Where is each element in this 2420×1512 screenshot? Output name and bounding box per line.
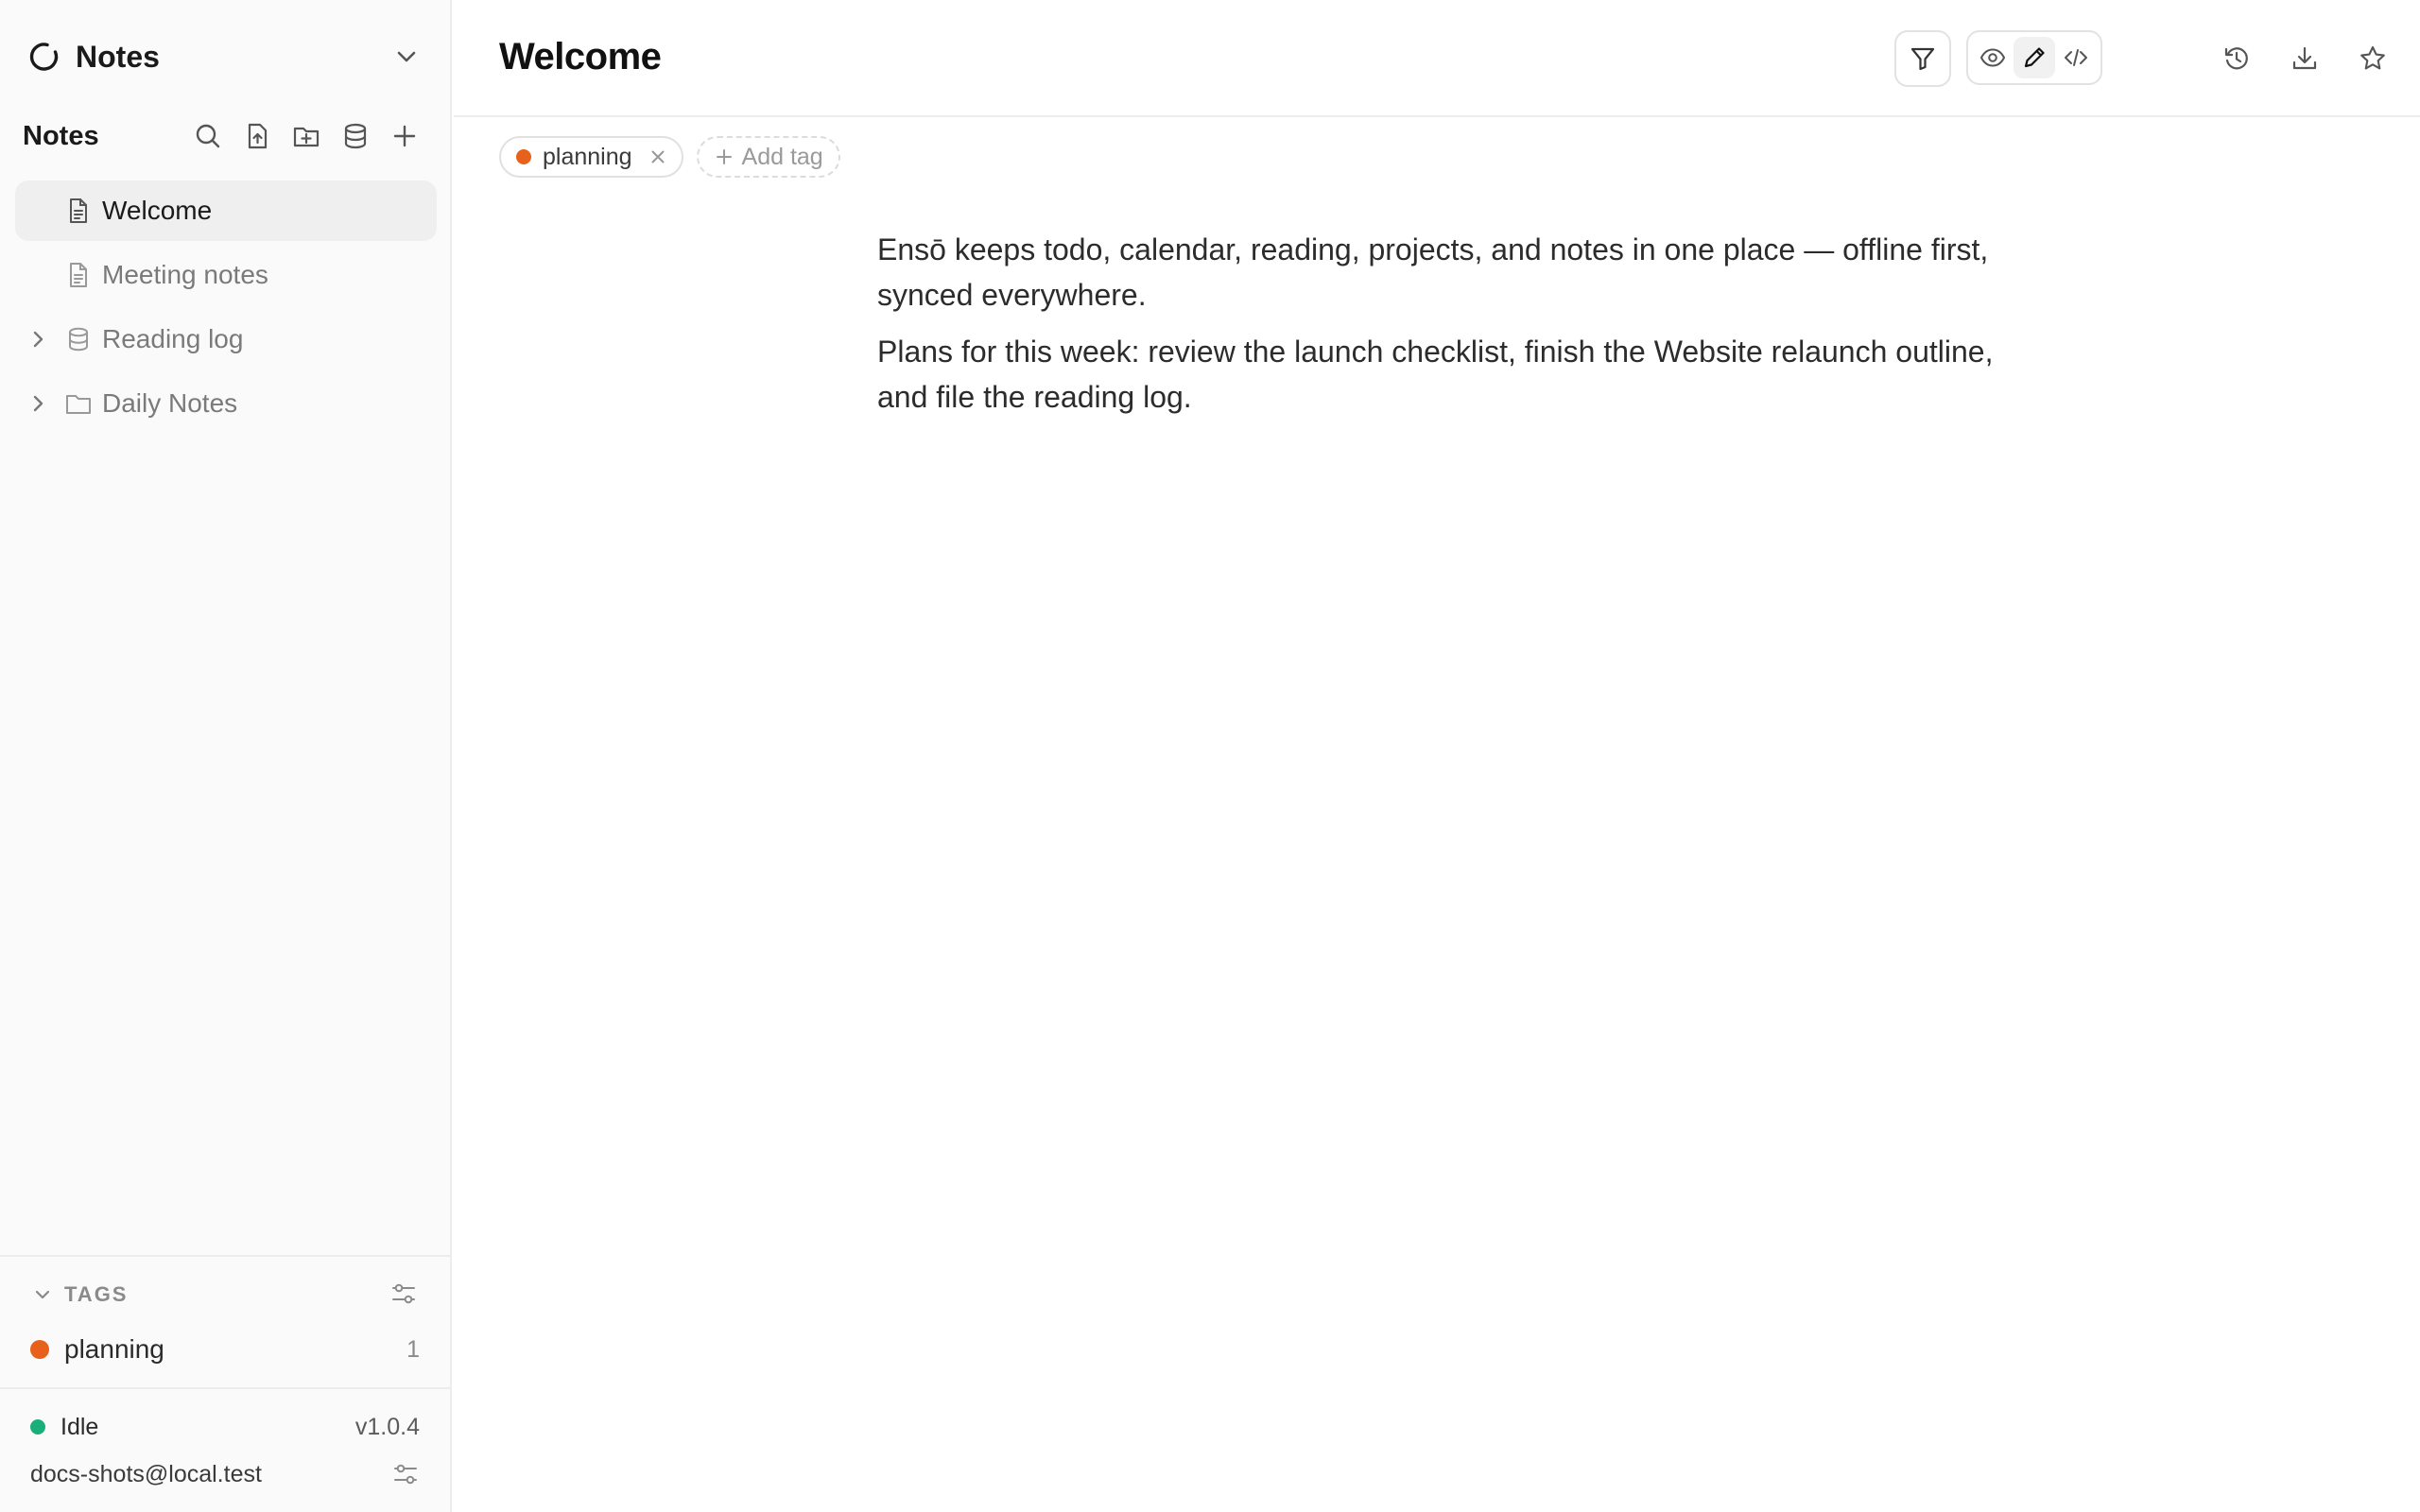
star-icon bbox=[2360, 45, 2385, 70]
notes-header: Notes bbox=[23, 115, 429, 157]
tag-chip-planning[interactable]: planning bbox=[499, 136, 683, 178]
tag-color-dot bbox=[516, 149, 531, 164]
code-icon bbox=[2065, 49, 2087, 66]
notes-toolbar bbox=[183, 115, 429, 157]
preview-mode-button[interactable] bbox=[1972, 37, 2014, 78]
tree-item-reading-log[interactable]: Reading log bbox=[15, 309, 437, 369]
add-tag-button[interactable]: Add tag bbox=[696, 136, 840, 178]
filter-button[interactable] bbox=[1894, 30, 1951, 87]
chevron-down-icon bbox=[30, 1282, 55, 1307]
status-label: Idle bbox=[60, 1413, 99, 1440]
tag-name: planning bbox=[64, 1334, 164, 1364]
import-file-icon[interactable] bbox=[233, 115, 282, 157]
main-pane: Welcome planning Add tag Ensō keeps todo… bbox=[454, 0, 2420, 1512]
new-database-icon[interactable] bbox=[331, 115, 380, 157]
tags-heading: TAGS bbox=[64, 1282, 129, 1306]
note-header: Welcome bbox=[454, 0, 2420, 117]
chevron-down-icon[interactable] bbox=[389, 40, 424, 74]
tree-item-daily-notes[interactable]: Daily Notes bbox=[15, 373, 437, 434]
tree-item-label: Reading log bbox=[102, 324, 244, 353]
paragraph[interactable]: Ensō keeps todo, calendar, reading, proj… bbox=[877, 227, 2031, 318]
tree-item-label: Meeting notes bbox=[102, 260, 268, 289]
tag-count: 1 bbox=[406, 1335, 420, 1363]
tags-section: TAGS planning 1 bbox=[0, 1255, 450, 1387]
pencil-icon bbox=[2024, 47, 2045, 68]
tree-item-welcome[interactable]: Welcome bbox=[15, 180, 437, 241]
chevron-right-icon[interactable] bbox=[25, 326, 51, 352]
note-editor[interactable]: Ensō keeps todo, calendar, reading, proj… bbox=[877, 227, 2031, 431]
add-tag-label: Add tag bbox=[741, 143, 823, 170]
eye-icon bbox=[1979, 48, 2006, 67]
sync-status: Idle v1.0.4 bbox=[30, 1408, 420, 1446]
tree-item-label: Welcome bbox=[102, 196, 213, 225]
status-section: Idle v1.0.4 docs-shots@local.test bbox=[0, 1387, 450, 1512]
plus-icon bbox=[714, 146, 735, 167]
notes-section-title: Notes bbox=[23, 120, 99, 151]
workspace-title: Notes bbox=[76, 39, 160, 74]
search-icon[interactable] bbox=[183, 115, 233, 157]
new-folder-icon[interactable] bbox=[282, 115, 331, 157]
status-indicator bbox=[30, 1419, 45, 1435]
history-icon bbox=[2224, 47, 2248, 70]
enso-logo-icon bbox=[26, 40, 60, 74]
close-icon[interactable] bbox=[648, 146, 668, 167]
sidebar: Notes Notes Welcome Meeting notes Readin… bbox=[0, 0, 452, 1512]
note-tags: planning Add tag bbox=[499, 136, 840, 178]
database-icon bbox=[64, 325, 93, 353]
tag-settings-icon[interactable] bbox=[389, 1280, 418, 1308]
account-settings-icon[interactable] bbox=[391, 1460, 420, 1488]
notes-tree: Welcome Meeting notes Reading log Daily … bbox=[15, 180, 437, 438]
source-mode-button[interactable] bbox=[2055, 37, 2097, 78]
folder-icon bbox=[64, 389, 93, 418]
tag-color-dot bbox=[30, 1340, 49, 1359]
account-email: docs-shots@local.test bbox=[30, 1460, 262, 1487]
export-button[interactable] bbox=[2282, 36, 2327, 81]
favorite-button[interactable] bbox=[2350, 36, 2395, 81]
app-window: Notes Notes Welcome Meeting notes Readin… bbox=[0, 0, 2420, 1512]
filter-icon bbox=[1910, 47, 1935, 71]
edit-mode-button[interactable] bbox=[2014, 37, 2055, 78]
download-icon bbox=[2292, 46, 2317, 70]
paragraph[interactable]: Plans for this week: review the launch c… bbox=[877, 329, 2031, 420]
page-title[interactable]: Welcome bbox=[499, 36, 662, 78]
tree-item-label: Daily Notes bbox=[102, 388, 238, 418]
history-button[interactable] bbox=[2214, 36, 2259, 81]
workspace-switcher[interactable]: Notes bbox=[26, 34, 424, 79]
tags-header[interactable]: TAGS bbox=[30, 1278, 128, 1312]
document-icon bbox=[64, 197, 93, 225]
tag-chip-label: planning bbox=[543, 143, 632, 170]
add-note-icon[interactable] bbox=[380, 115, 429, 157]
tag-item-planning[interactable]: planning 1 bbox=[30, 1329, 420, 1370]
document-icon bbox=[64, 261, 93, 289]
app-version: v1.0.4 bbox=[354, 1413, 420, 1440]
view-mode-toggle bbox=[1966, 30, 2102, 85]
tree-item-meeting-notes[interactable]: Meeting notes bbox=[15, 245, 437, 305]
chevron-right-icon[interactable] bbox=[25, 390, 51, 417]
account-row: docs-shots@local.test bbox=[30, 1455, 420, 1493]
